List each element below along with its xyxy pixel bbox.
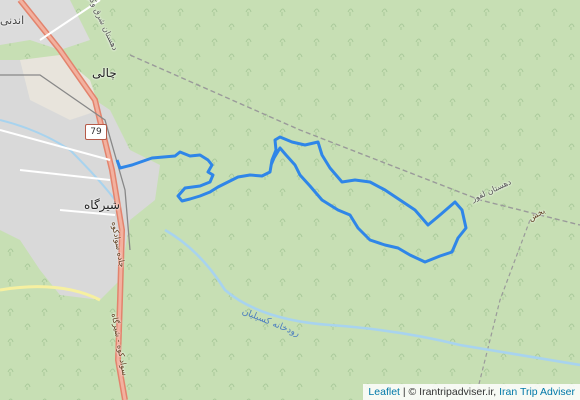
map-attribution: Leaflet | © Irantripadviser.ir, Iran Tri… xyxy=(363,384,580,400)
iran-trip-adviser-link[interactable]: Iran Trip Adviser xyxy=(499,386,575,398)
map-view[interactable]: اندنی دهستان شرق وکورست چالی 79 شیرگاه د… xyxy=(0,0,580,400)
leaflet-link[interactable]: Leaflet xyxy=(368,386,400,398)
village-label-top: اندنی xyxy=(0,14,25,27)
village-label-chali: چالی xyxy=(92,66,117,80)
attribution-separator: | xyxy=(399,386,409,398)
attribution-copyright: © Irantripadviser.ir, xyxy=(408,386,500,398)
route-79-shield: 79 xyxy=(85,124,107,140)
town-label-shirgah: شیرگاه xyxy=(84,198,120,212)
